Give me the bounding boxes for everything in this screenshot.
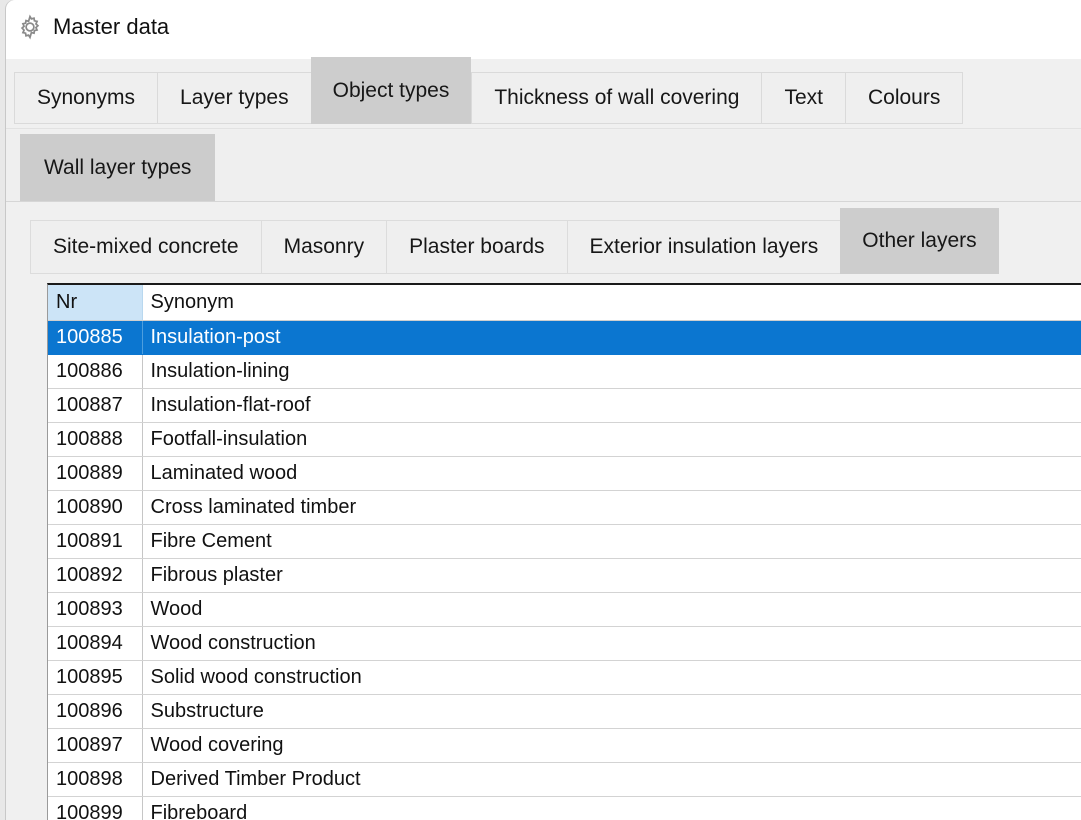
table-row[interactable]: 100891 Fibre Cement — [48, 524, 1081, 559]
cell-nr: 100893 — [48, 592, 143, 627]
tab-synonyms[interactable]: Synonyms — [14, 72, 158, 124]
table-row[interactable]: 100893 Wood — [48, 592, 1081, 627]
primary-tab-divider — [6, 128, 1081, 129]
cell-synonym: Fibrous plaster — [142, 558, 1081, 593]
cell-nr: 100888 — [48, 422, 143, 457]
window-title-group: Master data — [17, 14, 169, 40]
table-row[interactable]: 100892 Fibrous plaster — [48, 558, 1081, 593]
cell-nr: 100889 — [48, 456, 143, 491]
tab-object-types[interactable]: Object types — [310, 57, 472, 124]
column-header-nr[interactable]: Nr — [48, 285, 143, 321]
cell-synonym: Cross laminated timber — [142, 490, 1081, 525]
primary-tab-bar: Synonyms Layer types Object types Thickn… — [6, 57, 1081, 129]
cell-nr: 100898 — [48, 762, 143, 797]
cell-nr: 100894 — [48, 626, 143, 661]
tab-text[interactable]: Text — [761, 72, 845, 124]
tab-layer-types[interactable]: Layer types — [157, 72, 311, 124]
window-title: Master data — [53, 14, 170, 39]
table-row[interactable]: 100895 Solid wood construction — [48, 660, 1081, 695]
cell-nr: 100895 — [48, 660, 143, 695]
tab-other-layers[interactable]: Other layers — [840, 208, 999, 274]
cell-nr: 100899 — [48, 796, 143, 820]
cell-synonym: Fibre Cement — [142, 524, 1081, 559]
table-row[interactable]: 100889 Laminated wood — [48, 456, 1081, 491]
table-row[interactable]: 100899 Fibreboard — [48, 796, 1081, 820]
cell-nr: 100891 — [48, 524, 143, 559]
cell-synonym: Substructure — [142, 694, 1081, 729]
cell-nr: 100886 — [48, 354, 143, 389]
cell-synonym: Fibreboard — [142, 796, 1081, 820]
table-header-row: Nr Synonym — [48, 285, 1081, 321]
cell-synonym: Wood — [142, 592, 1081, 627]
primary-tab-strip: Synonyms Layer types Object types Thickn… — [14, 57, 964, 124]
table-header: Nr Synonym — [48, 285, 1081, 321]
window-titlebar: Master data — [6, 0, 1081, 59]
table-row[interactable]: 100888 Footfall-insulation — [48, 422, 1081, 457]
tertiary-tab-strip: Site-mixed concrete Masonry Plaster boar… — [30, 208, 999, 274]
tertiary-tab-bar: Site-mixed concrete Masonry Plaster boar… — [6, 203, 1081, 283]
tab-exterior-insulation-layers[interactable]: Exterior insulation layers — [566, 220, 841, 274]
cell-synonym: Wood construction — [142, 626, 1081, 661]
cell-nr: 100896 — [48, 694, 143, 729]
synonym-table: Nr Synonym 100885 Insulation-post 100886 In… — [48, 285, 1081, 820]
table-row[interactable]: 100886 Insulation-lining — [48, 354, 1081, 389]
cell-synonym: Insulation-post — [142, 320, 1081, 355]
master-data-window: Master data Synonyms Layer types Object … — [6, 0, 1081, 820]
tab-colours[interactable]: Colours — [844, 72, 964, 124]
secondary-tab-strip: Wall layer types — [20, 134, 216, 201]
cell-nr: 100887 — [48, 388, 143, 423]
cell-synonym: Solid wood construction — [142, 660, 1081, 695]
tab-masonry[interactable]: Masonry — [260, 220, 387, 274]
table-row[interactable]: 100885 Insulation-post — [48, 320, 1081, 355]
table-row[interactable]: 100890 Cross laminated timber — [48, 490, 1081, 525]
synonym-data-grid[interactable]: Nr Synonym 100885 Insulation-post 100886 In… — [47, 283, 1081, 820]
table-body: 100885 Insulation-post 100886 Insulation-li… — [48, 320, 1081, 820]
cell-synonym: Insulation-lining — [142, 354, 1081, 389]
cell-synonym: Laminated wood — [142, 456, 1081, 491]
table-row[interactable]: 100897 Wood covering — [48, 728, 1081, 763]
table-row[interactable]: 100898 Derived Timber Product — [48, 762, 1081, 797]
cell-nr: 100897 — [48, 728, 143, 763]
tab-wall-layer-types[interactable]: Wall layer types — [20, 134, 216, 201]
table-row[interactable]: 100887 Insulation-flat-roof — [48, 388, 1081, 423]
tab-site-mixed-concrete[interactable]: Site-mixed concrete — [30, 220, 261, 274]
cell-synonym: Derived Timber Product — [142, 762, 1081, 797]
table-row[interactable]: 100894 Wood construction — [48, 626, 1081, 661]
cell-nr: 100892 — [48, 558, 143, 593]
cell-synonym: Wood covering — [142, 728, 1081, 763]
gear-icon — [17, 14, 43, 40]
cell-nr: 100885 — [48, 320, 143, 355]
secondary-tab-bar: Wall layer types — [6, 130, 1081, 202]
tab-plaster-boards[interactable]: Plaster boards — [386, 220, 567, 274]
tab-thickness-of-wall-covering[interactable]: Thickness of wall covering — [471, 72, 762, 124]
column-header-synonym[interactable]: Synonym — [142, 285, 1081, 321]
table-row[interactable]: 100896 Substructure — [48, 694, 1081, 729]
cell-nr: 100890 — [48, 490, 143, 525]
cell-synonym: Footfall-insulation — [142, 422, 1081, 457]
cell-synonym: Insulation-flat-roof — [142, 388, 1081, 423]
